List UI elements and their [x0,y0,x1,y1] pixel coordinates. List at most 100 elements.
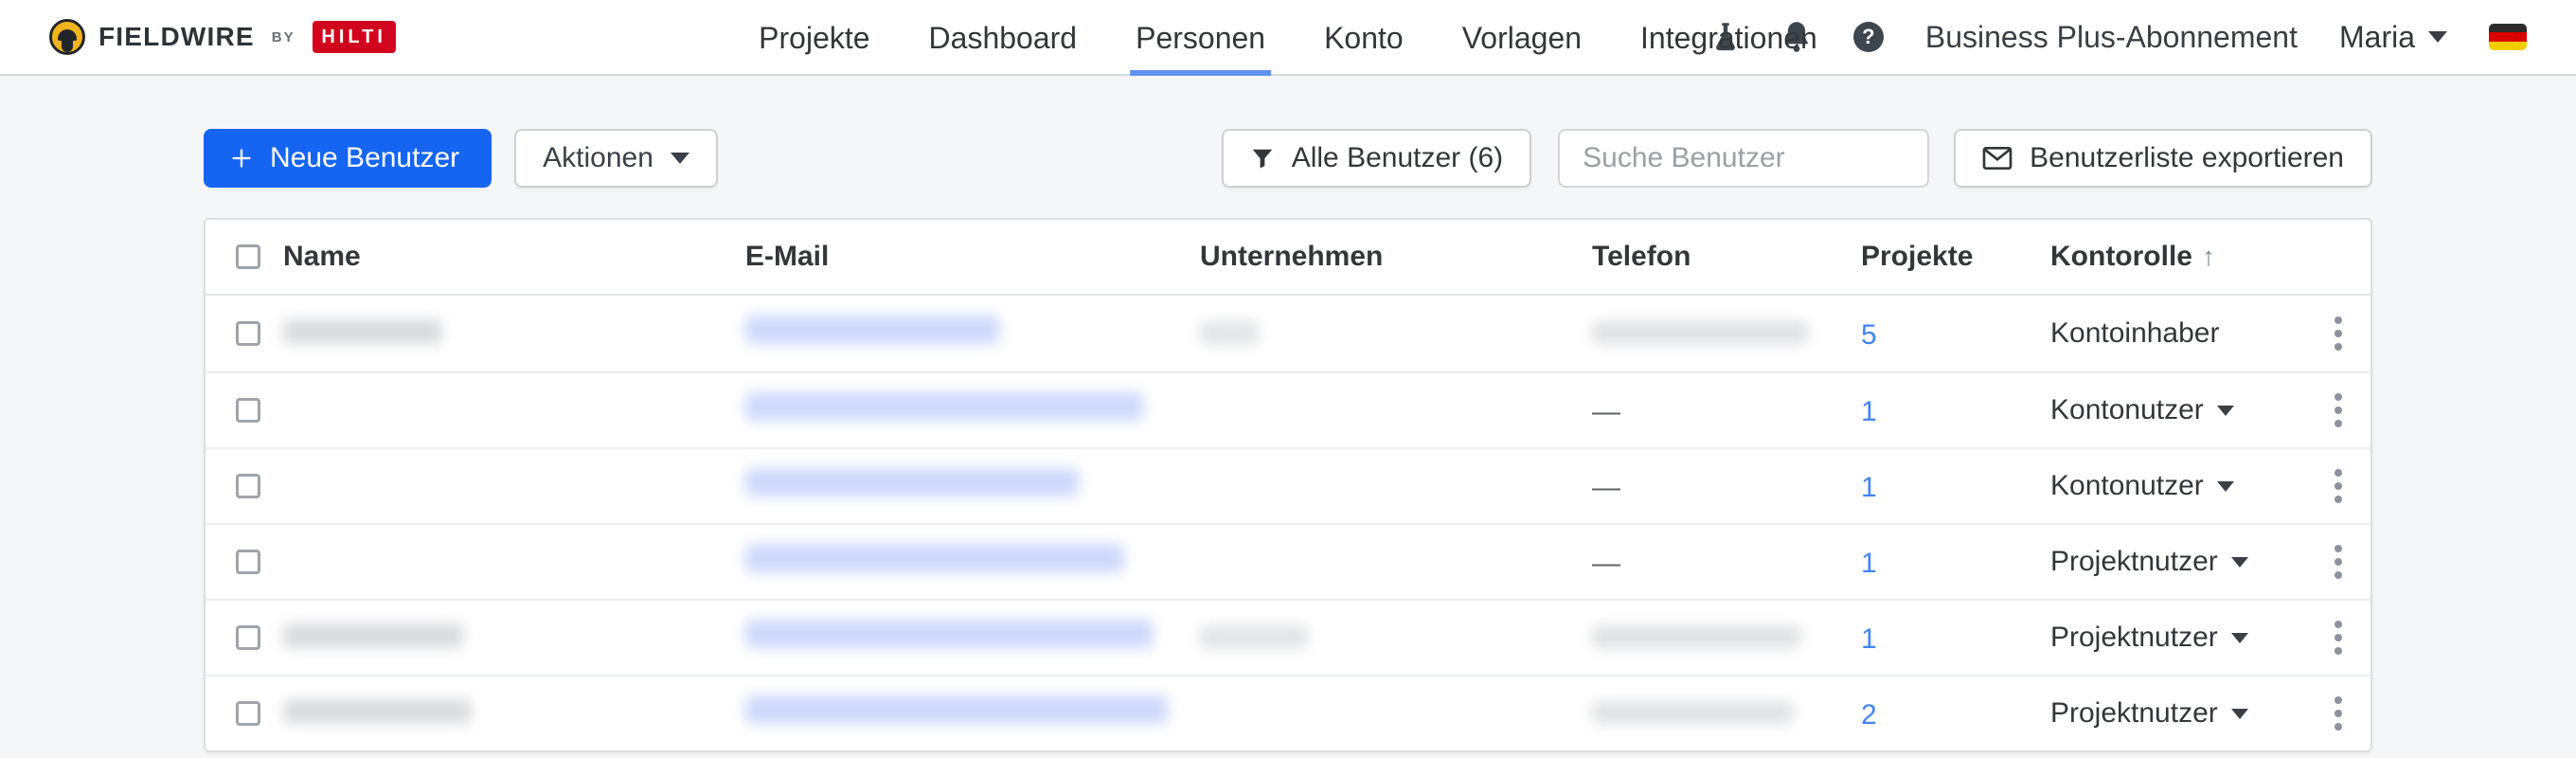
people-content: Neue Benutzer Aktionen Alle Benutzer (6) [204,129,2372,752]
nav-item-projekte[interactable]: Projekte [759,0,869,76]
users-table: Name E-Mail Unternehmen Telefon Projekte… [204,218,2372,752]
search-users-input[interactable] [1558,129,1930,188]
user-menu[interactable]: Maria [2339,20,2447,55]
column-header-projects[interactable]: Projekte [1861,241,2050,273]
row-menu-kebab-icon[interactable] [2327,309,2350,358]
redacted-email-link[interactable] [745,316,999,344]
fieldwire-people-page: FIELDWIRE BY HILTI Projekte Dashboard Pe… [0,0,2576,758]
role-dropdown[interactable]: Projektnutzer [2050,622,2306,654]
table-row: 1 Projektnutzer [206,599,2370,675]
help-icon[interactable]: ? [1852,22,1884,52]
select-all-checkbox[interactable] [236,244,260,269]
toolbar-left: Neue Benutzer Aktionen [204,129,718,188]
chevron-down-icon [2216,480,2234,492]
role-label: Projektnutzer [2050,697,2218,729]
actions-button[interactable]: Aktionen [514,129,718,188]
nav-item-konto[interactable]: Konto [1324,0,1404,76]
chevron-down-icon [670,153,689,164]
redacted-name [283,318,442,344]
column-header-role[interactable]: Kontorolle ↑ [2050,241,2306,273]
row-checkbox[interactable] [236,398,260,423]
projects-count-link[interactable]: 5 [1861,319,1877,351]
redacted-phone [1592,320,1808,344]
table-body: 5 Kontoinhaber — 1 Kontonutzer — 1 Konto… [206,296,2370,750]
language-flag-german[interactable] [2489,24,2527,50]
row-menu-kebab-icon[interactable] [2327,689,2350,738]
export-user-list-button[interactable]: Benutzerliste exportieren [1954,129,2372,188]
chevron-down-icon [2216,405,2234,416]
phone-empty-dash: — [1592,395,1620,427]
top-navigation-bar: FIELDWIRE BY HILTI Projekte Dashboard Pe… [0,0,2576,76]
role-dropdown: Kontoinhaber [2050,317,2306,350]
column-header-phone[interactable]: Telefon [1592,241,1861,273]
nav-item-dashboard[interactable]: Dashboard [929,0,1078,76]
table-row: — 1 Kontonutzer [206,371,2370,447]
projects-count-link[interactable]: 1 [1861,623,1877,655]
filter-funnel-icon [1252,149,1272,169]
subscription-label: Business Plus-Abonnement [1924,19,2298,54]
fieldwire-logo[interactable]: FIELDWIRE BY HILTI [49,19,396,55]
projects-count-link[interactable]: 1 [1861,548,1877,579]
row-menu-kebab-icon[interactable] [2327,537,2350,587]
redacted-name [283,623,463,648]
redacted-phone [1592,624,1800,648]
row-checkbox[interactable] [236,321,260,346]
table-header-row: Name E-Mail Unternehmen Telefon Projekte… [206,220,2370,296]
hilti-logo: HILTI [312,21,396,53]
role-label: Kontonutzer [2050,394,2204,425]
filter-users-button[interactable]: Alle Benutzer (6) [1221,129,1532,188]
nav-item-vorlagen[interactable]: Vorlagen [1462,0,1582,76]
by-label: BY [271,28,295,45]
new-user-button[interactable]: Neue Benutzer [204,129,492,188]
role-dropdown[interactable]: Kontonutzer [2050,394,2306,426]
redacted-email-link[interactable] [745,544,1124,572]
column-header-name[interactable]: Name [283,241,745,273]
sort-ascending-icon: ↑ [2202,242,2215,271]
redacted-email-link[interactable] [745,468,1079,496]
role-label: Kontoinhaber [2050,317,2220,349]
column-header-email[interactable]: E-Mail [745,241,1200,273]
redacted-company [1200,624,1308,648]
row-menu-kebab-icon[interactable] [2327,386,2350,435]
filter-label: Alle Benutzer (6) [1291,142,1504,173]
row-checkbox[interactable] [236,625,260,650]
table-row: — 1 Kontonutzer [206,447,2370,523]
phone-empty-dash: — [1592,547,1620,579]
row-menu-kebab-icon[interactable] [2327,613,2350,662]
role-label: Kontonutzer [2050,470,2204,501]
table-row: 2 Projektnutzer [206,675,2370,750]
role-label: Projektnutzer [2050,546,2218,577]
redacted-company [1200,320,1259,344]
role-dropdown[interactable]: Kontonutzer [2050,470,2306,502]
role-label: Projektnutzer [2050,622,2218,653]
redacted-email-link[interactable] [745,620,1153,648]
envelope-icon [1982,147,2012,170]
row-menu-kebab-icon[interactable] [2327,461,2350,511]
redacted-email-link[interactable] [745,392,1143,421]
row-checkbox[interactable] [236,550,260,574]
projects-count-link[interactable]: 1 [1861,472,1877,503]
projects-count-link[interactable]: 1 [1861,396,1877,427]
fieldwire-wordmark: FIELDWIRE [98,22,255,51]
people-toolbar: Neue Benutzer Aktionen Alle Benutzer (6) [204,129,2372,188]
role-dropdown[interactable]: Projektnutzer [2050,697,2306,730]
help-question-glyph: ? [1852,22,1884,52]
table-row: 5 Kontoinhaber [206,296,2370,371]
fieldwire-worker-icon [49,19,85,55]
redacted-email-link[interactable] [745,695,1168,724]
table-row: — 1 Projektnutzer [206,523,2370,599]
redacted-name [283,698,471,724]
nav-item-integrationen[interactable]: Integrationen [1640,0,1817,76]
row-checkbox[interactable] [236,474,260,498]
nav-item-personen[interactable]: Personen [1130,0,1273,76]
column-header-company[interactable]: Unternehmen [1200,241,1592,273]
role-dropdown[interactable]: Projektnutzer [2050,546,2306,578]
redacted-phone [1592,700,1793,724]
projects-count-link[interactable]: 2 [1861,699,1877,731]
role-header-label: Kontorolle [2050,241,2192,272]
actions-label: Aktionen [543,142,653,173]
new-user-label: Neue Benutzer [270,142,460,173]
row-checkbox[interactable] [236,701,260,726]
chevron-down-icon [2230,632,2248,643]
chevron-down-icon [2230,708,2248,719]
